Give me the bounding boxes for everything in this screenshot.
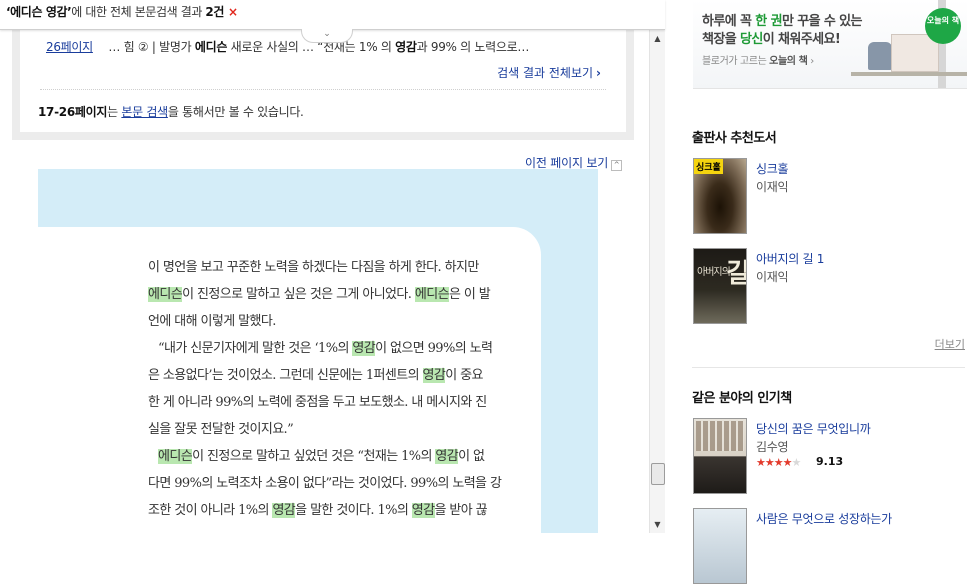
text-line: 에디슨이 진정으로 말하고 싶은 것은 그게 아니었다. 에디슨은 이 발 [148, 287, 491, 302]
book-author: 이재익 [756, 180, 789, 194]
keyword-highlight: 영감 [435, 449, 459, 464]
book-cover[interactable] [693, 508, 747, 584]
section-title-publisher-recs: 출판사 추천도서 [692, 131, 777, 146]
result-count: 2건 [205, 5, 225, 19]
keyword-highlight: 에디슨 [148, 287, 183, 302]
scroll-thumb[interactable] [651, 463, 665, 485]
text-line: 실을 잘못 전달한 것이지요.” [148, 422, 294, 437]
keyword-highlight: 영감 [422, 368, 446, 383]
book-title-link[interactable]: 사람은 무엇으로 성장하는가 [756, 510, 892, 527]
text-line: 이 명언을 보고 꾸준한 노력을 하겠다는 다짐을 하게 한다. 하지만 [148, 260, 479, 275]
range-note: 17-26페이지는 본문 검색을 통해서만 볼 수 있습니다. [38, 105, 304, 119]
book-page-frame: 이 명언을 보고 꾸준한 노력을 하겠다는 다짐을 하게 한다. 하지만 에디슨… [38, 169, 598, 533]
text-line: “내가 신문기자에게 말한 것은 ‘1%의 영감이 없으면 99%의 노력 [158, 341, 493, 356]
more-link[interactable]: 더보기 [935, 336, 965, 352]
result-page-link[interactable]: 26페이지 [46, 40, 93, 54]
book-author: 김수영 [756, 440, 789, 454]
todays-book-banner[interactable]: 하루에 꼭 한 권만 꾸을 수 있는 책장을 당신이 채워주세요! 블로거가 고… [693, 0, 967, 89]
fulltext-search-link[interactable]: 본문 검색 [121, 105, 168, 119]
divider [40, 89, 606, 90]
chevron-right-icon: › [596, 66, 601, 80]
book-cover[interactable]: 아버지의길 [693, 248, 747, 324]
keyword-highlight: 영감 [411, 503, 435, 518]
book-title-link[interactable]: 싱크홀 [756, 160, 789, 177]
banner-subtitle: 블로거가 고르는 오늘의 책 › [702, 56, 814, 67]
shelf-graphic [851, 72, 967, 76]
book-cover[interactable] [693, 418, 747, 494]
text-line: 조한 것이 아니라 1%의 영감을 말한 것이다. 1%의 영감을 받아 끊 [148, 503, 488, 518]
keyword-highlight: 에디슨 [158, 449, 193, 464]
book-title-link[interactable]: 아버지의 길 1 [756, 250, 824, 267]
text-line: 에디슨이 진정으로 말하고 싶었던 것은 “천재는 1%의 영감이 없 [158, 449, 485, 464]
rating-score: 9.13 [816, 455, 844, 468]
search-summary-bar: ‘에디슨 영감’에 대한 전체 본문검색 결과 2건 × [0, 0, 665, 30]
todays-book-badge: 오늘의 책 [925, 8, 961, 44]
sneaker-graphic [868, 42, 892, 70]
text-line: 언에 대해 이렇게 말했다. [148, 314, 276, 329]
book-title-link[interactable]: 당신의 꿈은 무엇입니까 [756, 420, 871, 437]
keyword-highlight: 영감 [352, 341, 376, 356]
see-all-results-link[interactable]: 검색 결과 전체보기 › [497, 64, 601, 81]
cover-art [696, 421, 744, 451]
text-line: 다면 99%의 노력조차 소용이 없다”라는 것이었다. 99%의 노력을 강 [148, 476, 502, 491]
divider [692, 367, 965, 368]
star-rating: ★★★★★ [756, 456, 801, 469]
chevron-down-icon: ⌄ [323, 29, 331, 39]
book-viewer: 26페이지 … 힘 ② | 발명가 에디슨 새로운 사실의 … “천재는 1% … [0, 0, 649, 533]
scroll-down-arrow[interactable]: ▼ [653, 520, 662, 529]
banner-headline: 책장을 당신이 채워주세요! [702, 32, 841, 47]
sidebar: 하루에 꼭 한 권만 꾸을 수 있는 책장을 당신이 채워주세요! 블로거가 고… [672, 0, 980, 584]
search-query: ‘에디슨 영감’ [6, 5, 72, 19]
book-page-text: 이 명언을 보고 꾸준한 노력을 하겠다는 다짐을 하게 한다. 하지만 에디슨… [148, 254, 528, 524]
banner-headline: 하루에 꼭 한 권만 꾸을 수 있는 [702, 14, 863, 29]
collapse-toggle[interactable]: ⌄ [301, 29, 353, 43]
text-line: 은 소용없다’는 것이었소. 그런데 신문에는 1퍼센트의 영감이 중요 [148, 368, 483, 383]
scroll-up-arrow[interactable]: ▲ [653, 34, 662, 43]
chevron-up-icon: ^ [611, 160, 623, 171]
keyword-highlight: 영감 [272, 503, 296, 518]
vertical-scrollbar[interactable]: ▲ ▼ [649, 30, 665, 533]
book-cover[interactable]: 싱크홀 [693, 158, 747, 234]
keyword-highlight: 에디슨 [414, 287, 450, 302]
text-line: 한 게 아니라 99%의 노력에 중점을 두고 보도했소. 내 메시지와 진 [148, 395, 487, 410]
book-author: 이재익 [756, 270, 789, 284]
close-icon[interactable]: × [228, 5, 238, 19]
section-title-popular: 같은 분야의 인기책 [692, 391, 792, 406]
search-summary: ‘에디슨 영감’에 대한 전체 본문검색 결과 2건 × [6, 5, 238, 19]
